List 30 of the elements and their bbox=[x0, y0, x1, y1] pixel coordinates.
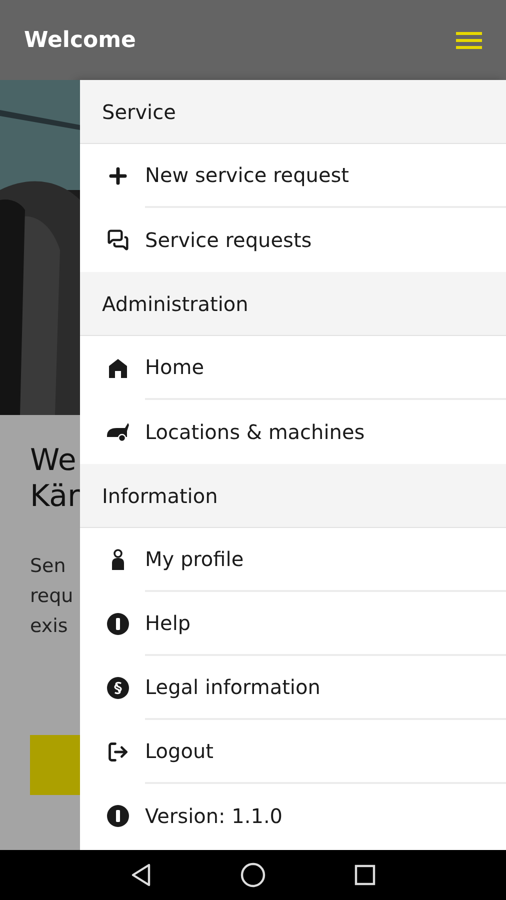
home-icon[interactable] bbox=[240, 862, 266, 888]
section-header: Administration bbox=[80, 272, 506, 336]
menu-item[interactable]: Legal information bbox=[145, 672, 320, 702]
menu-item[interactable]: My profile bbox=[145, 544, 244, 574]
menu-item[interactable]: Service requests bbox=[145, 225, 312, 255]
app-title: Welcome bbox=[24, 26, 136, 54]
menu-icon[interactable] bbox=[456, 32, 482, 48]
intro-text: Sen bbox=[30, 554, 67, 579]
menu-item[interactable]: New service request bbox=[145, 160, 350, 190]
back-icon[interactable] bbox=[130, 863, 152, 887]
overview-icon[interactable] bbox=[354, 864, 376, 886]
machine-icon bbox=[106, 422, 130, 442]
menu-item[interactable]: Logout bbox=[145, 736, 214, 766]
menu-item[interactable]: Home bbox=[145, 352, 204, 382]
intro-text: requ bbox=[30, 584, 74, 609]
welcome-heading: We bbox=[30, 443, 78, 479]
house-icon bbox=[106, 357, 128, 379]
section-header: Service bbox=[80, 80, 506, 144]
welcome-heading: Kär bbox=[30, 479, 80, 515]
chat-icon bbox=[106, 229, 128, 251]
person-icon bbox=[110, 549, 126, 571]
menu-item[interactable]: Help bbox=[145, 608, 191, 638]
menu-item[interactable]: Version: 1.1.0 bbox=[145, 801, 283, 831]
intro-text: exis bbox=[30, 614, 69, 639]
info-icon bbox=[106, 805, 128, 827]
paragraph-icon bbox=[106, 677, 128, 699]
section-header: Information bbox=[80, 464, 506, 528]
menu-item[interactable]: Locations & machines bbox=[145, 417, 365, 447]
info-icon bbox=[106, 613, 128, 635]
logout-icon bbox=[106, 741, 128, 763]
